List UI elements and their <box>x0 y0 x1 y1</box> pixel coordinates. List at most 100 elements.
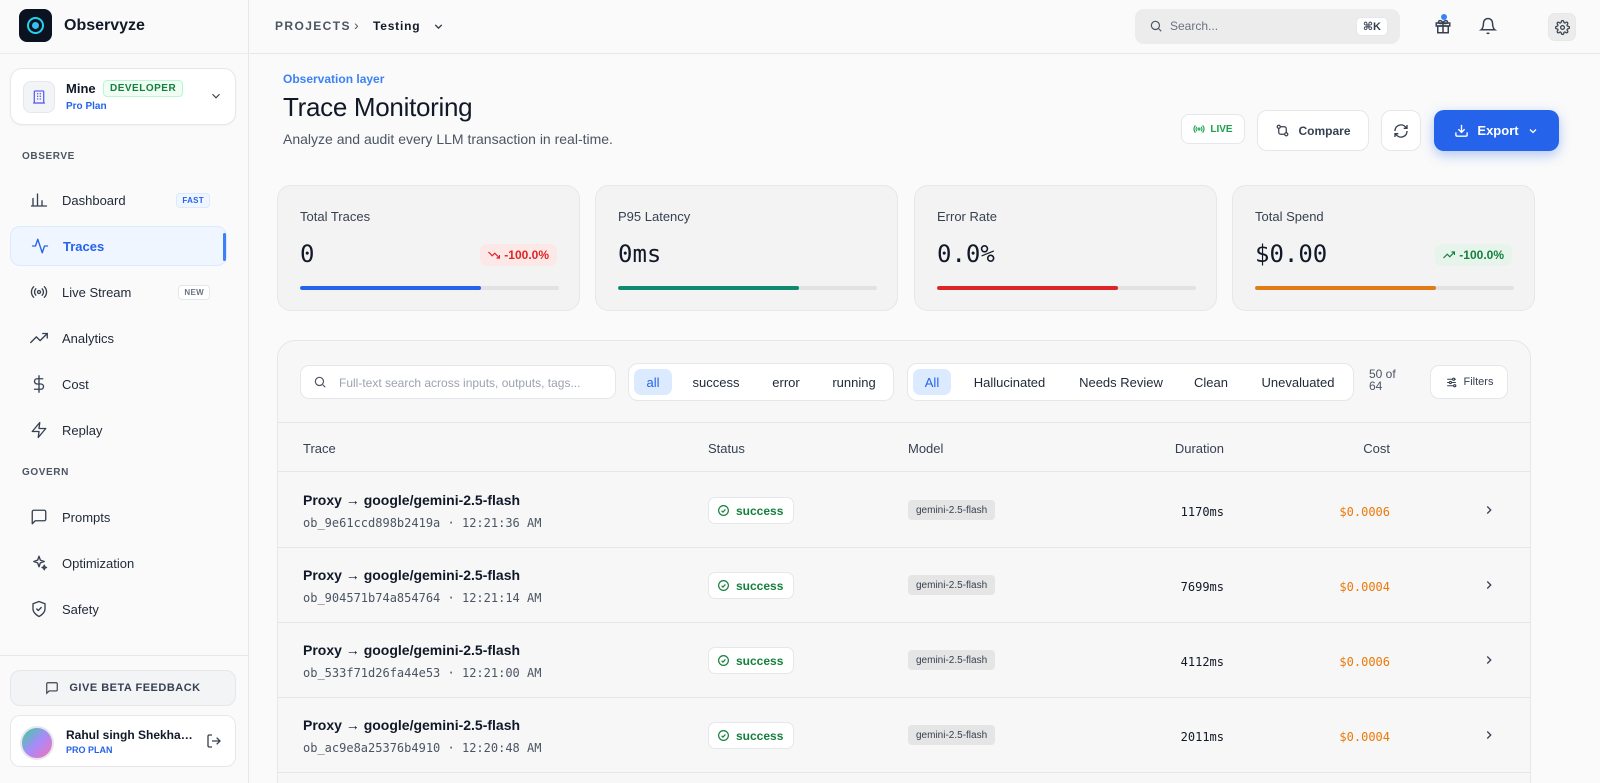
eval-option-all[interactable]: All <box>913 369 951 395</box>
sidebar-item-cost[interactable]: Cost <box>10 364 227 404</box>
trace-title: Proxy → google/gemini-2.5-flash <box>303 567 521 583</box>
evaluation-filter: All Hallucinated Needs Review Clean Unevalua… <box>907 363 1354 401</box>
sidebar-item-analytics[interactable]: Analytics <box>10 318 227 358</box>
check-circle-icon <box>717 504 730 517</box>
status-option-all[interactable]: all <box>634 369 672 395</box>
compare-label: Compare <box>1298 123 1351 138</box>
status-badge: success <box>708 572 795 599</box>
status-option-error[interactable]: error <box>759 369 813 395</box>
trace-duration: 2011ms <box>1180 730 1224 744</box>
sidebar-item-traces[interactable]: Traces <box>10 226 227 266</box>
sidebar-item-label: Safety <box>62 601 99 617</box>
workspace-switcher[interactable]: Mine DEVELOPER Pro Plan <box>10 68 236 125</box>
broadcast-icon <box>30 283 48 301</box>
chevron-right-icon[interactable] <box>1482 503 1496 517</box>
breadcrumb-current-project[interactable]: Testing <box>373 19 420 33</box>
trace-search[interactable] <box>300 365 616 399</box>
eval-option-clean[interactable]: Clean <box>1180 369 1242 395</box>
chevron-right-icon[interactable] <box>1482 653 1496 667</box>
trace-cost: $0.0004 <box>1339 730 1390 744</box>
sidebar-item-label: Optimization <box>62 555 135 571</box>
status-option-running[interactable]: running <box>819 369 889 395</box>
stat-progress-bar <box>1255 286 1514 290</box>
eval-option-needs-review[interactable]: Needs Review <box>1066 369 1176 395</box>
chevron-down-icon <box>209 89 223 103</box>
table-row[interactable]: Proxy → google/gemini-2.5-flash ob_904571… <box>278 548 1530 623</box>
column-header-duration[interactable]: Duration <box>1175 441 1224 456</box>
git-compare-icon <box>1275 123 1290 138</box>
bell-icon[interactable] <box>1479 17 1497 35</box>
sidebar-item-prompts[interactable]: Prompts <box>10 497 227 537</box>
breadcrumb-projects[interactable]: PROJECTS <box>275 19 351 33</box>
live-label: LIVE <box>1210 123 1233 135</box>
sidebar-item-label: Prompts <box>62 509 111 525</box>
page-eyebrow: Observation layer <box>283 72 385 86</box>
breadcrumb-separator: › <box>354 17 359 33</box>
column-header-model[interactable]: Model <box>908 441 943 456</box>
column-header-trace[interactable]: Trace <box>303 441 336 456</box>
search-icon <box>313 375 327 389</box>
trace-duration: 7699ms <box>1180 580 1224 594</box>
model-badge: gemini-2.5-flash <box>908 500 996 520</box>
trending-down-icon <box>488 249 501 261</box>
compare-button[interactable]: Compare <box>1257 110 1369 151</box>
trace-title: Proxy → google/gemini-2.5-flash <box>303 492 521 508</box>
filters-button[interactable]: Filters <box>1430 365 1508 399</box>
check-circle-icon <box>717 654 730 667</box>
trace-id: ob_9e61ccd898b2419a <box>303 516 441 530</box>
beta-feedback-button[interactable]: GIVE BETA FEEDBACK <box>10 670 236 706</box>
eval-option-hallucinated[interactable]: Hallucinated <box>958 369 1061 395</box>
live-toggle[interactable]: LIVE <box>1181 114 1245 144</box>
stat-label: Total Traces <box>300 209 371 224</box>
chevron-right-icon[interactable] <box>1482 728 1496 742</box>
status-option-success[interactable]: success <box>679 369 753 395</box>
trace-search-input[interactable] <box>339 373 609 393</box>
sparkles-icon <box>30 554 48 572</box>
sidebar-item-label: Traces <box>63 238 105 254</box>
beta-feedback-label: GIVE BETA FEEDBACK <box>69 682 201 694</box>
nav-tag-badge: NEW <box>178 285 210 300</box>
export-button[interactable]: Export <box>1434 110 1559 151</box>
column-header-cost[interactable]: Cost <box>1363 441 1390 456</box>
trace-meta: ob_533f71d26fa44e53 · 12:21:00 AM <box>303 666 542 680</box>
filters-label: Filters <box>1463 376 1494 388</box>
brand[interactable]: Observyze <box>19 9 145 42</box>
stat-progress-bar <box>618 286 877 290</box>
sidebar-item-safety[interactable]: Safety <box>10 589 227 629</box>
stat-value: $0.00 <box>1255 240 1328 268</box>
settings-button[interactable] <box>1548 13 1576 41</box>
table-row[interactable]: Proxy → google/gemini-2.5-flash ob_533f71… <box>278 623 1530 698</box>
column-header-status[interactable]: Status <box>708 441 745 456</box>
filter-bar: all successerrorrunning All HallucinatedNe… <box>278 341 1530 422</box>
eval-option-unevaluated[interactable]: Unevaluated <box>1247 369 1349 395</box>
chevron-down-icon[interactable] <box>432 20 445 33</box>
building-icon <box>23 81 55 113</box>
refresh-button[interactable] <box>1381 110 1421 151</box>
model-badge: gemini-2.5-flash <box>908 725 996 745</box>
stat-trend-value: -100.0% <box>1459 248 1504 262</box>
sidebar-item-replay[interactable]: Replay <box>10 410 227 450</box>
table-row[interactable]: Proxy → google/gemini-2.5-flash ob_9e61cc… <box>278 473 1530 548</box>
table-row[interactable]: Proxy → google/gemini-2.5-flash ob_ac9e8a… <box>278 698 1530 773</box>
stat-card-total-spend: Total Spend $0.00 -100.0% <box>1232 185 1535 311</box>
sidebar-item-optimization[interactable]: Optimization <box>10 543 227 583</box>
notification-dot <box>1441 14 1447 20</box>
chevron-right-icon[interactable] <box>1482 578 1496 592</box>
export-label: Export <box>1477 123 1519 138</box>
shield-check-icon <box>30 600 48 618</box>
logout-icon[interactable] <box>206 733 222 749</box>
nav-section-label: OBSERVE <box>22 151 75 162</box>
sidebar-item-live-stream[interactable]: Live Stream NEW <box>10 272 227 312</box>
stat-label: Total Spend <box>1255 209 1324 224</box>
model-badge: gemini-2.5-flash <box>908 650 996 670</box>
user-card[interactable]: Rahul singh Shekhawat PRO PLAN <box>10 715 236 767</box>
trace-cost: $0.0006 <box>1339 505 1390 519</box>
sidebar-item-dashboard[interactable]: Dashboard FAST <box>10 180 227 220</box>
sidebar-item-label: Replay <box>62 422 103 438</box>
global-search[interactable]: Search... ⌘K <box>1135 9 1400 44</box>
stat-card-total-traces: Total Traces 0 -100.0% <box>277 185 580 311</box>
stat-value: 0.0% <box>937 240 995 268</box>
stat-trend-badge: -100.0% <box>480 244 557 266</box>
workspace-name: Mine <box>66 81 96 96</box>
stat-progress-fill <box>937 286 1119 290</box>
